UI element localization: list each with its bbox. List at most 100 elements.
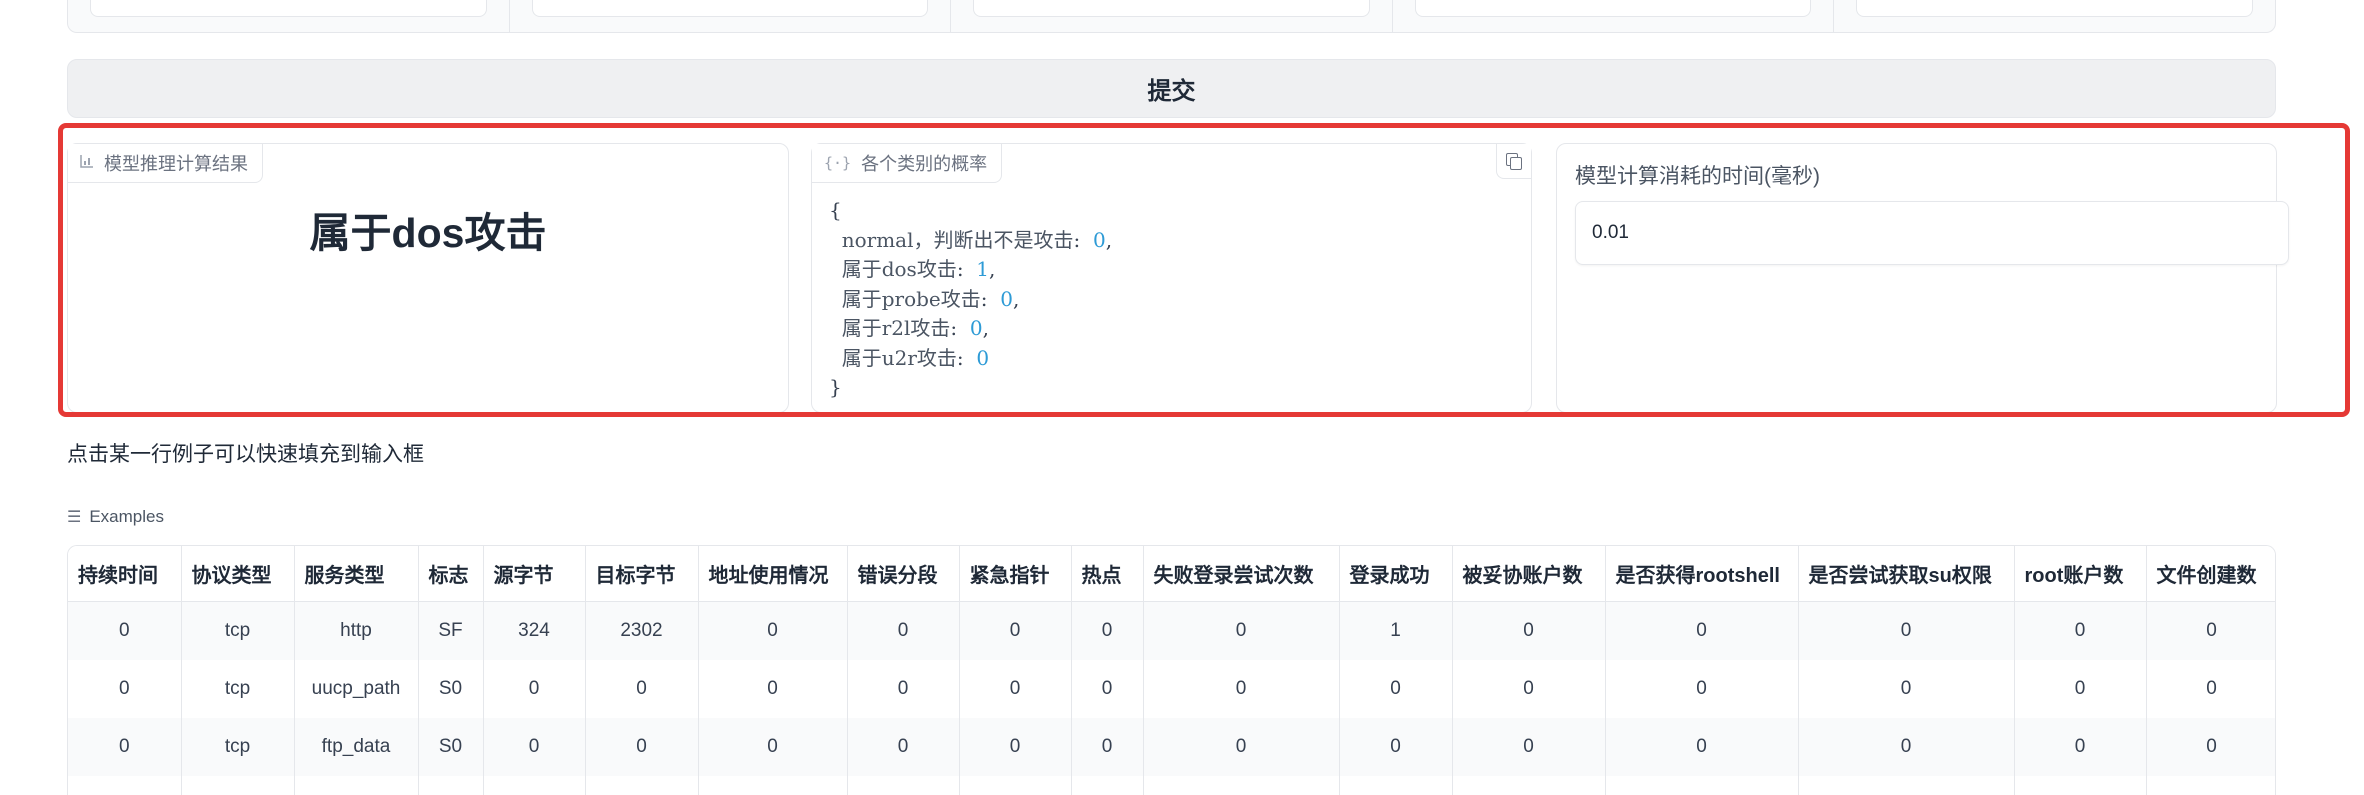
column-header[interactable]: 热点 (1071, 546, 1143, 602)
table-cell[interactable]: 0 (585, 718, 698, 776)
table-cell[interactable]: 0 (1798, 718, 2014, 776)
table-cell[interactable]: 0 (959, 718, 1071, 776)
table-cell[interactable] (418, 776, 483, 795)
column-header[interactable]: 失败登录尝试次数 (1143, 546, 1339, 602)
column-header[interactable]: 登录成功 (1339, 546, 1452, 602)
table-cell[interactable]: 324 (483, 602, 585, 661)
table-cell[interactable]: uucp_path (294, 660, 418, 718)
column-header[interactable]: 错误分段 (847, 546, 959, 602)
column-header[interactable]: 服务类型 (294, 546, 418, 602)
column-header[interactable]: 源字节 (483, 546, 585, 602)
table-row[interactable] (68, 776, 2276, 795)
table-cell[interactable]: 0 (1605, 660, 1798, 718)
table-cell[interactable]: 0 (1798, 602, 2014, 661)
table-cell[interactable]: 0 (1605, 602, 1798, 661)
table-cell[interactable]: ftp_data (294, 718, 418, 776)
table-cell[interactable] (1339, 776, 1452, 795)
table-cell[interactable] (68, 776, 181, 795)
table-cell[interactable] (1143, 776, 1339, 795)
table-cell[interactable] (698, 776, 847, 795)
column-header[interactable]: 被妥协账户数 (1452, 546, 1605, 602)
table-cell[interactable]: 0 (68, 660, 181, 718)
table-cell[interactable]: 0 (847, 718, 959, 776)
table-cell[interactable] (2146, 776, 2276, 795)
table-cell[interactable]: S0 (418, 660, 483, 718)
table-cell[interactable]: 0 (2146, 602, 2276, 661)
table-cell[interactable]: 0 (2146, 718, 2276, 776)
table-cell[interactable]: 0 (1071, 718, 1143, 776)
table-cell[interactable]: 0 (1339, 660, 1452, 718)
table-cell[interactable] (294, 776, 418, 795)
table-cell[interactable] (585, 776, 698, 795)
table-cell[interactable]: tcp (181, 602, 294, 661)
table-cell[interactable] (181, 776, 294, 795)
table-cell[interactable]: 0 (585, 660, 698, 718)
input-field[interactable] (973, 0, 1370, 17)
table-cell[interactable]: 0 (698, 660, 847, 718)
table-cell[interactable]: 0 (1605, 718, 1798, 776)
column-header[interactable]: 是否获得rootshell (1605, 546, 1798, 602)
table-row[interactable]: 0tcphttpSF324230200000100000 (68, 602, 2276, 661)
table-cell[interactable]: 0 (2014, 602, 2146, 661)
table-cell[interactable]: 0 (483, 660, 585, 718)
table-cell[interactable]: tcp (181, 660, 294, 718)
table-cell[interactable]: SF (418, 602, 483, 661)
table-cell[interactable]: 0 (1143, 602, 1339, 661)
column-header[interactable]: root账户数 (2014, 546, 2146, 602)
table-cell[interactable]: 0 (2146, 660, 2276, 718)
table-cell[interactable] (1071, 776, 1143, 795)
table-cell[interactable]: 0 (1339, 718, 1452, 776)
table-cell[interactable]: 0 (1452, 602, 1605, 661)
copy-button[interactable] (1496, 144, 1531, 179)
table-cell[interactable]: http (294, 602, 418, 661)
submit-button[interactable]: 提交 (67, 59, 2276, 118)
table-cell[interactable]: 0 (2014, 660, 2146, 718)
table-cell[interactable]: 0 (1452, 660, 1605, 718)
table-cell[interactable]: 0 (847, 602, 959, 661)
table-cell[interactable]: 0 (698, 602, 847, 661)
json-value: 0 (976, 346, 989, 370)
table-cell[interactable]: 0 (68, 718, 181, 776)
input-field[interactable] (532, 0, 929, 17)
table-cell[interactable]: 2302 (585, 602, 698, 661)
input-field[interactable] (1415, 0, 1812, 17)
column-header[interactable]: 持续时间 (68, 546, 181, 602)
table-cell[interactable]: 0 (847, 660, 959, 718)
column-header[interactable]: 紧急指针 (959, 546, 1071, 602)
column-header[interactable]: 协议类型 (181, 546, 294, 602)
table-cell[interactable]: 0 (698, 718, 847, 776)
table-cell[interactable] (1605, 776, 1798, 795)
examples-table-container[interactable]: 持续时间协议类型服务类型标志源字节目标字节地址使用情况错误分段紧急指针热点失败登… (67, 545, 2276, 795)
table-cell[interactable]: 0 (1798, 660, 2014, 718)
column-header[interactable]: 是否尝试获取su权限 (1798, 546, 2014, 602)
column-header[interactable]: 标志 (418, 546, 483, 602)
table-cell[interactable]: 0 (1452, 718, 1605, 776)
table-row[interactable]: 0tcpftp_dataS00000000000000 (68, 718, 2276, 776)
table-cell[interactable] (483, 776, 585, 795)
table-cell[interactable]: 0 (959, 602, 1071, 661)
time-output-field[interactable]: 0.01 (1575, 201, 2289, 265)
table-cell[interactable]: 0 (68, 602, 181, 661)
table-cell[interactable] (1452, 776, 1605, 795)
table-cell[interactable] (1798, 776, 2014, 795)
column-header[interactable]: 地址使用情况 (698, 546, 847, 602)
table-cell[interactable]: 0 (1143, 718, 1339, 776)
column-header[interactable]: 目标字节 (585, 546, 698, 602)
table-cell[interactable] (847, 776, 959, 795)
table-cell[interactable]: 0 (959, 660, 1071, 718)
table-cell[interactable] (2014, 776, 2146, 795)
table-cell[interactable]: 0 (1071, 602, 1143, 661)
table-cell[interactable]: 0 (1071, 660, 1143, 718)
input-field[interactable] (1856, 0, 2253, 17)
table-cell[interactable]: 0 (483, 718, 585, 776)
table-cell[interactable]: 0 (2014, 718, 2146, 776)
json-value: 1 (976, 257, 989, 281)
table-cell[interactable]: S0 (418, 718, 483, 776)
input-field[interactable] (90, 0, 487, 17)
table-cell[interactable] (959, 776, 1071, 795)
table-row[interactable]: 0tcpuucp_pathS00000000000000 (68, 660, 2276, 718)
table-cell[interactable]: 0 (1143, 660, 1339, 718)
table-cell[interactable]: tcp (181, 718, 294, 776)
column-header[interactable]: 文件创建数 (2146, 546, 2276, 602)
table-cell[interactable]: 1 (1339, 602, 1452, 661)
